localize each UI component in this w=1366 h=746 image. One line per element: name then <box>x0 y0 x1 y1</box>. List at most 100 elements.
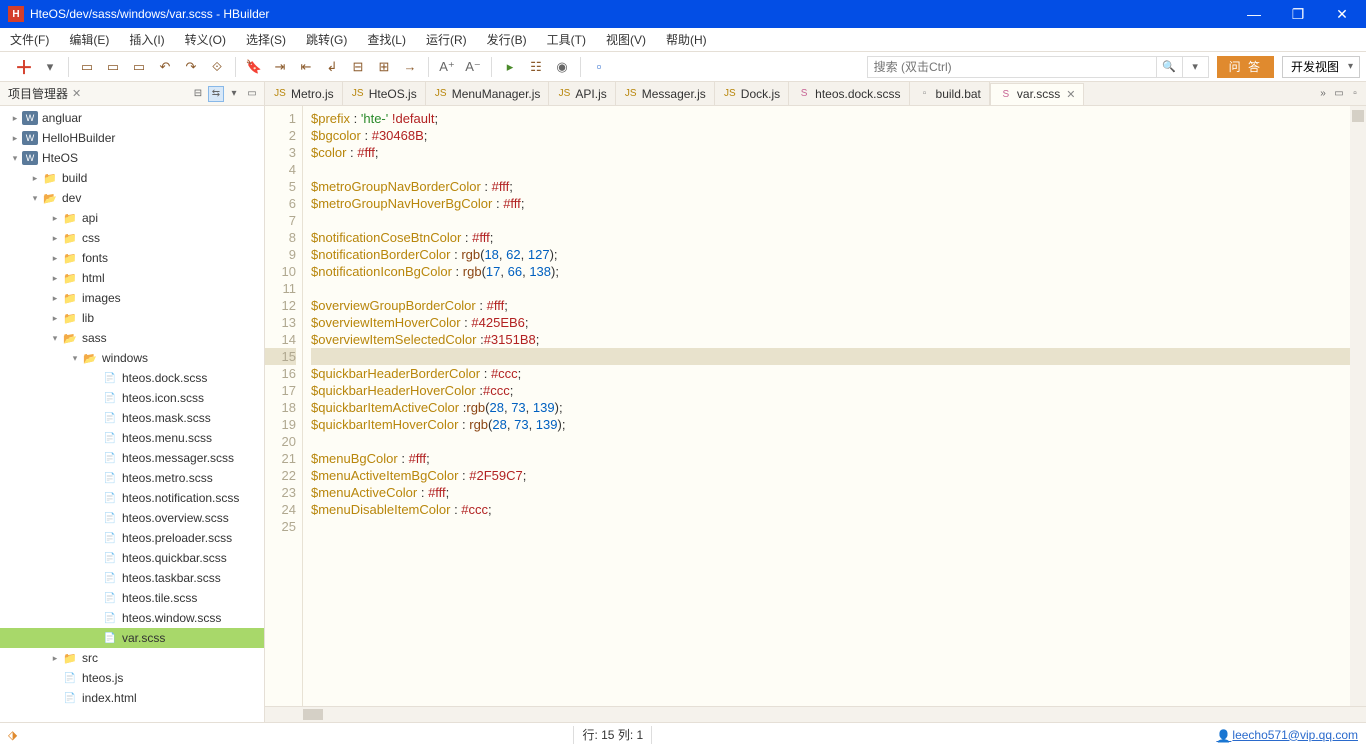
collapse-all-icon[interactable]: ⊟ <box>190 86 206 102</box>
code-line[interactable]: $menuBgColor : #fff; <box>311 450 1350 467</box>
code-line[interactable]: $menuActiveColor : #fff; <box>311 484 1350 501</box>
code-line[interactable]: $notificationBorderColor : rgb(18, 62, 1… <box>311 246 1350 263</box>
code-line[interactable]: $overviewItemHoverColor : #425EB6; <box>311 314 1350 331</box>
tree-row[interactable]: ▸📁css <box>0 228 264 248</box>
undo-button[interactable]: ↶ <box>155 57 175 77</box>
maximize-icon[interactable]: ▫ <box>1348 87 1362 101</box>
link-editor-icon[interactable]: ⇆ <box>208 86 224 102</box>
search-icon[interactable]: 🔍 <box>1157 56 1183 78</box>
tree-row[interactable]: 📄hteos.quickbar.scss <box>0 548 264 568</box>
tree-row[interactable]: 📄hteos.menu.scss <box>0 428 264 448</box>
view-menu-icon[interactable]: ▾ <box>226 86 242 102</box>
code-line[interactable]: $metroGroupNavBorderColor : #fff; <box>311 178 1350 195</box>
minimize-icon[interactable]: ▭ <box>1332 87 1346 101</box>
code-line[interactable] <box>311 348 1350 365</box>
code-line[interactable]: $menuActiveItemBgColor : #2F59C7; <box>311 467 1350 484</box>
debug-button[interactable]: ◉ <box>552 57 572 77</box>
editor-tab[interactable]: ▫build.bat <box>910 82 990 105</box>
run-button[interactable]: ▸ <box>500 57 520 77</box>
horizontal-scrollbar[interactable] <box>265 706 1366 722</box>
tree-row[interactable]: ▾📂windows <box>0 348 264 368</box>
tree-row[interactable]: ▸📁fonts <box>0 248 264 268</box>
user-link[interactable]: 👤 leecho571@vip.qq.com <box>1216 728 1358 742</box>
save-all-button[interactable]: ▭ <box>103 57 123 77</box>
tree-row[interactable]: 📄hteos.dock.scss <box>0 368 264 388</box>
qa-button[interactable]: 问 答 <box>1217 56 1274 78</box>
tree-row[interactable]: ▾📂sass <box>0 328 264 348</box>
code-line[interactable]: $quickbarHeaderBorderColor : #ccc; <box>311 365 1350 382</box>
tree-row[interactable]: 📄hteos.overview.scss <box>0 508 264 528</box>
tree-row[interactable]: 📄index.html <box>0 688 264 708</box>
menu-item[interactable]: 转义(O) <box>181 29 230 50</box>
search-input[interactable] <box>867 56 1157 78</box>
tree-row[interactable]: ▾📂dev <box>0 188 264 208</box>
indent-button[interactable]: ⇥ <box>270 57 290 77</box>
code-line[interactable]: $notificationCoseBtnColor : #fff; <box>311 229 1350 246</box>
menu-item[interactable]: 工具(T) <box>543 29 590 50</box>
tree-row[interactable]: ▸📁images <box>0 288 264 308</box>
code-line[interactable]: $metroGroupNavHoverBgColor : #fff; <box>311 195 1350 212</box>
code-line[interactable] <box>311 280 1350 297</box>
code-line[interactable] <box>311 161 1350 178</box>
menu-item[interactable]: 视图(V) <box>602 29 650 50</box>
bookmark-button[interactable]: 🔖 <box>244 57 264 77</box>
wrap-button[interactable]: ↲ <box>322 57 342 77</box>
more-tabs-icon[interactable]: » <box>1316 87 1330 101</box>
save-button[interactable]: ▭ <box>77 57 97 77</box>
editor-tab[interactable]: JSMessager.js <box>616 82 715 105</box>
menu-item[interactable]: 选择(S) <box>242 29 290 50</box>
new-dropdown[interactable]: ▾ <box>40 57 60 77</box>
tree-row[interactable]: 📄hteos.preloader.scss <box>0 528 264 548</box>
tree-row[interactable]: 📄hteos.notification.scss <box>0 488 264 508</box>
menu-item[interactable]: 运行(R) <box>422 29 471 50</box>
maximize-button[interactable]: ❐ <box>1282 6 1314 23</box>
close-button[interactable]: ✕ <box>1326 6 1358 23</box>
new-button[interactable]: ＋ <box>14 57 34 77</box>
code-line[interactable]: $color : #fff; <box>311 144 1350 161</box>
code-line[interactable] <box>311 518 1350 535</box>
tree-row[interactable]: ▸Wangluar <box>0 108 264 128</box>
code-line[interactable]: $overviewGroupBorderColor : #fff; <box>311 297 1350 314</box>
code-line[interactable]: $overviewItemSelectedColor :#3151B8; <box>311 331 1350 348</box>
menu-item[interactable]: 文件(F) <box>6 29 53 50</box>
perspective-select[interactable]: 开发视图 <box>1282 56 1360 78</box>
menu-item[interactable]: 查找(L) <box>363 29 410 50</box>
tree-row[interactable]: ▸📁api <box>0 208 264 228</box>
code-content[interactable]: $prefix : 'hte-' !default;$bgcolor : #30… <box>303 106 1350 706</box>
editor-tab[interactable]: Shteos.dock.scss <box>789 82 909 105</box>
code-line[interactable]: $bgcolor : #30468B; <box>311 127 1350 144</box>
run-config-button[interactable]: ☷ <box>526 57 546 77</box>
code-line[interactable] <box>311 212 1350 229</box>
tree-row[interactable]: ▸📁lib <box>0 308 264 328</box>
editor-tab[interactable]: JSDock.js <box>715 82 789 105</box>
expand-button[interactable]: ⊞ <box>374 57 394 77</box>
minimize-panel-icon[interactable]: ▭ <box>244 86 260 102</box>
outdent-button[interactable]: ⇤ <box>296 57 316 77</box>
code-line[interactable]: $quickbarItemActiveColor :rgb(28, 73, 13… <box>311 399 1350 416</box>
tab-close-icon[interactable]: ✕ <box>1066 88 1075 101</box>
tree-row[interactable]: ▸📁html <box>0 268 264 288</box>
format-button[interactable]: ⟐ <box>207 57 227 77</box>
code-line[interactable]: $prefix : 'hte-' !default; <box>311 110 1350 127</box>
font-decrease-button[interactable]: A⁻ <box>463 57 483 77</box>
minimize-button[interactable]: — <box>1238 6 1270 23</box>
sidebar-close-icon[interactable]: ✕ <box>72 87 81 100</box>
vertical-scrollbar[interactable] <box>1350 106 1366 706</box>
font-increase-button[interactable]: A⁺ <box>437 57 457 77</box>
editor-tab[interactable]: Svar.scss✕ <box>990 83 1085 106</box>
code-line[interactable]: $notificationIconBgColor : rgb(17, 66, 1… <box>311 263 1350 280</box>
menu-item[interactable]: 编辑(E) <box>65 29 113 50</box>
tree-row[interactable]: 📄hteos.window.scss <box>0 608 264 628</box>
editor-tab[interactable]: JSMetro.js <box>265 82 343 105</box>
search-dropdown[interactable]: ▾ <box>1183 56 1209 78</box>
redo-button[interactable]: ↷ <box>181 57 201 77</box>
menu-item[interactable]: 插入(I) <box>125 29 168 50</box>
status-indicator-icon[interactable]: ⬗ <box>8 728 17 742</box>
code-line[interactable] <box>311 433 1350 450</box>
tree-row[interactable]: 📄hteos.tile.scss <box>0 588 264 608</box>
editor-tab[interactable]: JSAPI.js <box>549 82 615 105</box>
tree-row[interactable]: 📄hteos.messager.scss <box>0 448 264 468</box>
tree-row[interactable]: 📄hteos.taskbar.scss <box>0 568 264 588</box>
code-line[interactable]: $quickbarItemHoverColor : rgb(28, 73, 13… <box>311 416 1350 433</box>
tree-row[interactable]: ▸📁build <box>0 168 264 188</box>
